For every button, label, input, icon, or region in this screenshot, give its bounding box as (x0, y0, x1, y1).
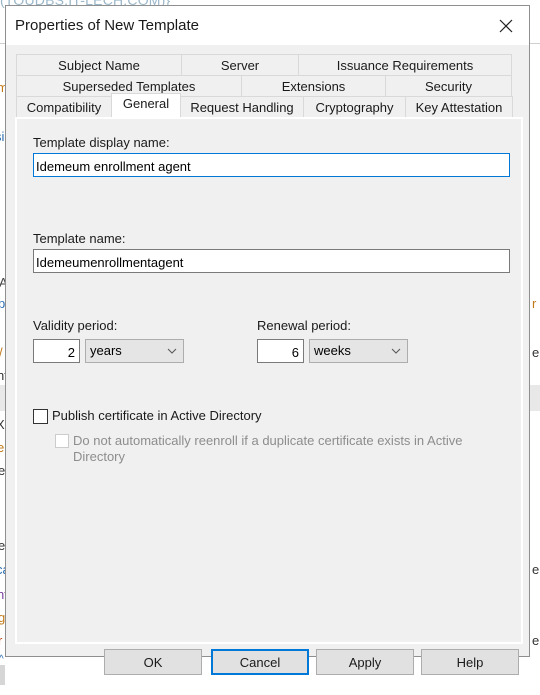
tab-compatibility[interactable]: Compatibility (16, 96, 112, 117)
tab-cryptography[interactable]: Cryptography (303, 96, 406, 117)
background-scroll-area (0, 665, 5, 685)
properties-dialog: Properties of New Template Subject Name … (5, 5, 530, 675)
apply-button[interactable]: Apply (316, 649, 414, 675)
tab-security[interactable]: Security (385, 75, 512, 96)
close-button[interactable] (483, 6, 529, 45)
validity-period-label: Validity period: (33, 318, 118, 333)
background-glyph: e (532, 633, 540, 648)
template-name-label: Template name: (33, 231, 126, 246)
renewal-unit-dropdown[interactable]: weeks (309, 339, 408, 363)
tab-extensions[interactable]: Extensions (241, 75, 386, 96)
no-reenroll-label: Do not automatically reenroll if a dupli… (73, 433, 463, 464)
publish-in-ad-checkbox[interactable] (33, 409, 48, 424)
tab-row-2: Superseded Templates Extensions Security (16, 75, 512, 96)
tab-row-3: Compatibility General Request Handling C… (16, 93, 513, 117)
chevron-down-icon (167, 348, 177, 354)
validity-period-input[interactable] (33, 339, 80, 363)
background-glyph: e (532, 345, 540, 360)
template-display-name-input[interactable] (33, 153, 510, 177)
tab-issuance-requirements[interactable]: Issuance Requirements (298, 54, 512, 75)
validity-unit-value: years (90, 343, 122, 358)
tab-key-attestation[interactable]: Key Attestation (405, 96, 513, 117)
publish-in-ad-label[interactable]: Publish certificate in Active Directory (52, 408, 262, 423)
renewal-unit-value: weeks (314, 343, 351, 358)
background-divider (530, 43, 540, 44)
background-row-highlight (530, 385, 540, 411)
title-bar[interactable]: Properties of New Template (6, 6, 529, 45)
general-tab-panel: Template display name: Template name: Va… (15, 117, 523, 644)
chevron-down-icon (391, 348, 401, 354)
tab-general[interactable]: General (111, 93, 181, 117)
dialog-title: Properties of New Template (15, 17, 199, 34)
no-reenroll-checkbox[interactable] (55, 434, 69, 448)
renewal-period-input[interactable] (257, 339, 304, 363)
tab-server[interactable]: Server (181, 54, 299, 75)
tab-subject-name[interactable]: Subject Name (16, 54, 182, 75)
validity-unit-dropdown[interactable]: years (85, 339, 184, 363)
template-name-input[interactable] (33, 249, 510, 273)
tab-row-1: Subject Name Server Issuance Requirement… (16, 54, 512, 75)
renewal-period-label: Renewal period: (257, 318, 351, 333)
background-glyph: e (532, 562, 540, 577)
help-button[interactable]: Help (421, 649, 519, 675)
tab-request-handling[interactable]: Request Handling (180, 96, 304, 117)
background-glyph: r (532, 296, 537, 311)
template-display-name-label: Template display name: (33, 135, 170, 150)
ok-button[interactable]: OK (104, 649, 202, 675)
cancel-button[interactable]: Cancel (211, 649, 309, 675)
close-icon (499, 19, 513, 32)
